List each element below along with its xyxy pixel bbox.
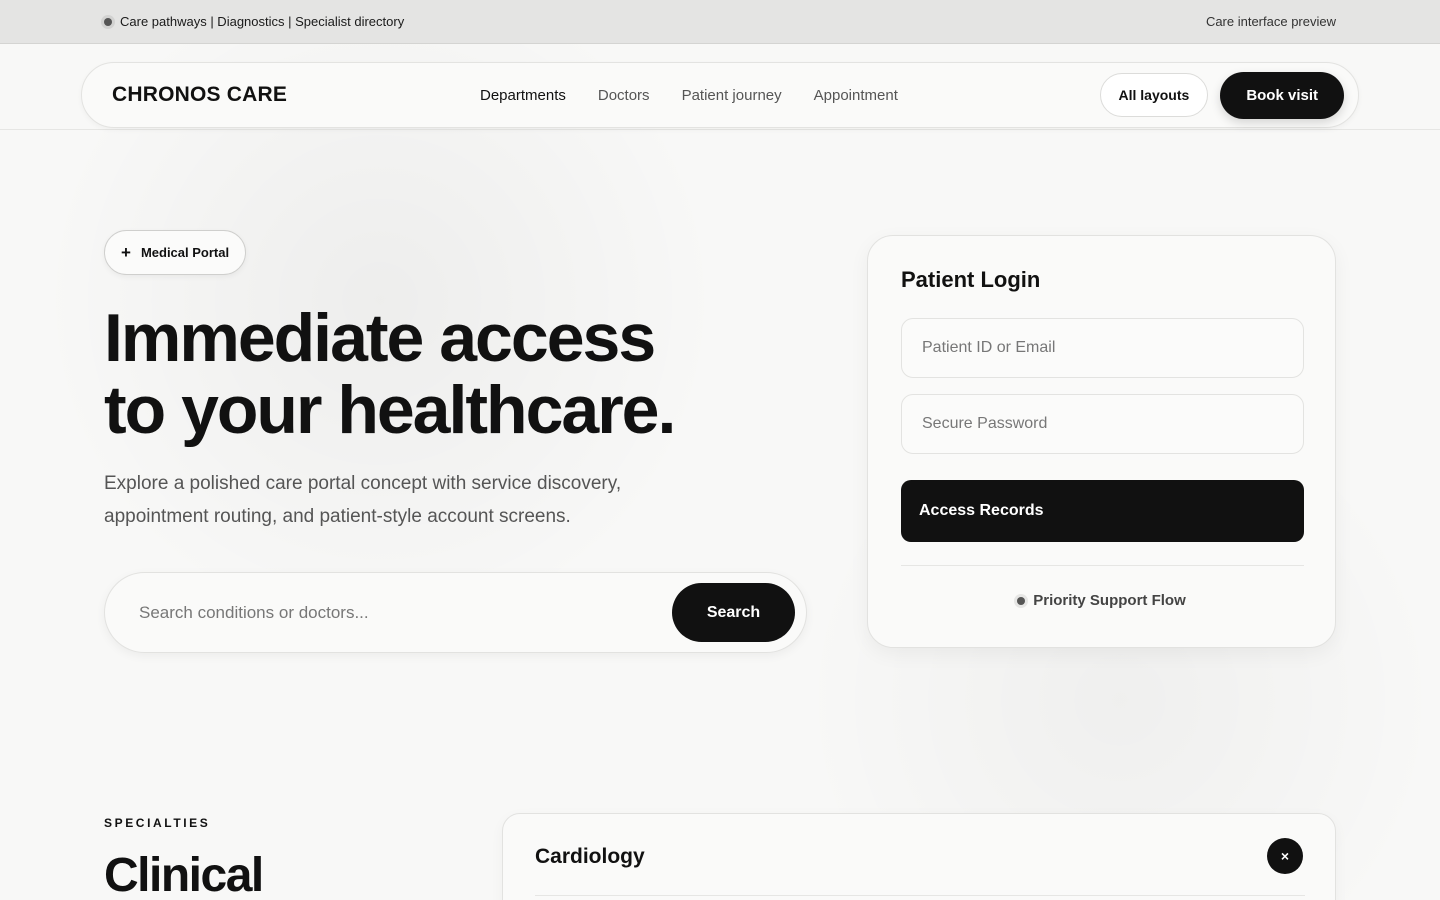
patient-id-field[interactable] <box>901 318 1304 378</box>
specialty-card-cardiology[interactable]: Cardiology × <box>502 813 1336 900</box>
all-layouts-button[interactable]: All layouts <box>1099 73 1209 117</box>
hero-title: Immediate access to your healthcare. <box>104 302 824 446</box>
specialties-title: Clinical <box>104 849 264 900</box>
brand-logo[interactable]: CHRONOS CARE <box>112 83 452 107</box>
specialty-card-divider <box>535 895 1305 896</box>
password-field[interactable] <box>901 394 1304 454</box>
specialties-eyebrow: SPECIALTIES <box>104 816 211 830</box>
search-button[interactable]: Search <box>672 583 795 642</box>
card-divider <box>901 565 1304 566</box>
topbar-links-group: Care pathways | Diagnostics | Specialist… <box>104 14 404 29</box>
nav-link-doctors[interactable]: Doctors <box>598 87 650 104</box>
top-info-bar: Care pathways | Diagnostics | Specialist… <box>0 0 1440 44</box>
hero-title-line-2: to your healthcare. <box>104 372 676 448</box>
hero-subtitle: Explore a polished care portal concept w… <box>104 473 622 527</box>
topbar-preview-label: Care interface preview <box>1205 14 1336 29</box>
priority-support-link[interactable]: Priority Support Flow <box>868 592 1335 609</box>
nav-link-departments[interactable]: Departments <box>480 87 566 104</box>
main-navbar: CHRONOS CARE Departments Doctors Patient… <box>81 62 1359 128</box>
book-visit-button[interactable]: Book visit <box>1220 71 1344 119</box>
support-label: Priority Support Flow <box>1033 592 1186 609</box>
badge-label: Medical Portal <box>140 245 230 260</box>
hero-title-line-1: Immediate access <box>104 300 656 376</box>
access-records-button[interactable]: Access Records <box>901 480 1304 542</box>
search-bar: Search <box>104 572 807 653</box>
login-title: Patient Login <box>901 267 1041 292</box>
nav-link-appointment[interactable]: Appointment <box>814 87 898 104</box>
nav-actions: All layouts Book visit <box>1099 71 1344 119</box>
status-dot-icon <box>104 17 112 26</box>
patient-login-card: Patient Login Access Records Priority Su… <box>867 235 1336 648</box>
medical-portal-badge[interactable]: + Medical Portal <box>104 230 247 275</box>
nav-link-patient-journey[interactable]: Patient journey <box>682 87 782 104</box>
search-input[interactable] <box>139 602 672 623</box>
support-dot-icon <box>1017 596 1026 605</box>
close-icon[interactable]: × <box>1267 838 1303 874</box>
specialty-card-title: Cardiology <box>535 845 645 868</box>
header-divider <box>0 129 1440 130</box>
nav-links: Departments Doctors Patient journey Appo… <box>480 87 898 104</box>
plus-icon: + <box>121 243 131 262</box>
topbar-links[interactable]: Care pathways | Diagnostics | Specialist… <box>120 14 404 29</box>
